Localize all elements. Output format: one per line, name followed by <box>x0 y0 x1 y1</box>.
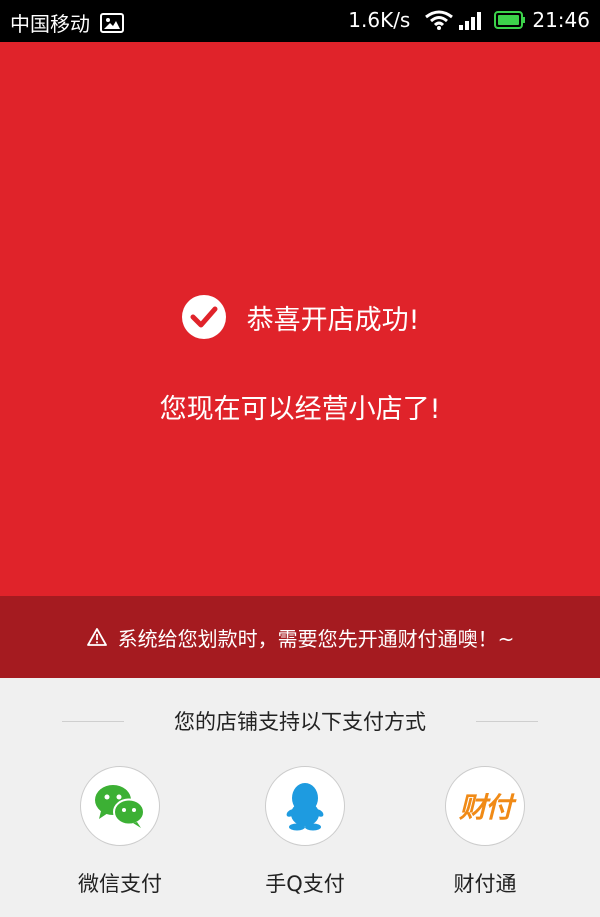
network-speed: 1.6K/s <box>348 8 411 32</box>
qq-icon <box>265 766 345 846</box>
image-notification-icon <box>100 12 124 33</box>
payment-method-tenpay[interactable]: 财付 财付通 <box>405 766 565 898</box>
status-bar: 中国移动 1.6K/s 21:46 <box>0 0 600 42</box>
payment-header: 您的店铺支持以下支付方式 <box>0 706 600 736</box>
warning-icon <box>86 628 107 646</box>
wifi-icon <box>425 10 454 30</box>
payment-title: 您的店铺支持以下支付方式 <box>174 710 426 734</box>
carrier-name: 中国移动 <box>10 12 90 36</box>
success-title: 恭喜开店成功! <box>246 304 420 336</box>
tenpay-icon: 财付 <box>445 766 525 846</box>
payment-method-qq[interactable]: 手Q支付 <box>225 766 385 898</box>
clock: 21:46 <box>532 8 590 32</box>
battery-icon <box>494 11 526 29</box>
payment-method-label: 微信支付 <box>78 872 162 896</box>
payment-method-wechat[interactable]: 微信支付 <box>40 766 200 898</box>
divider <box>62 720 124 722</box>
success-subtitle: 您现在可以经营小店了! <box>159 394 441 425</box>
payment-section: 您的店铺支持以下支付方式 微信支付 手Q支付 财付 财付通 <box>0 678 600 917</box>
payment-methods: 微信支付 手Q支付 财付 财付通 <box>0 766 600 906</box>
wechat-icon <box>80 766 160 846</box>
check-circle-icon <box>181 295 226 339</box>
payment-method-label: 手Q支付 <box>265 872 345 896</box>
signal-icon <box>459 12 482 30</box>
success-row: 恭喜开店成功! <box>0 292 600 342</box>
notice-text: 系统给您划款时，需要您先开通财付通噢！~ <box>117 626 515 651</box>
payment-method-label: 财付通 <box>453 872 517 896</box>
tenpay-logo: 财付 <box>458 791 513 824</box>
success-hero: 恭喜开店成功! 您现在可以经营小店了! <box>0 42 600 596</box>
divider <box>476 720 538 722</box>
notice-bar[interactable]: 系统给您划款时，需要您先开通财付通噢！~ <box>0 596 600 678</box>
